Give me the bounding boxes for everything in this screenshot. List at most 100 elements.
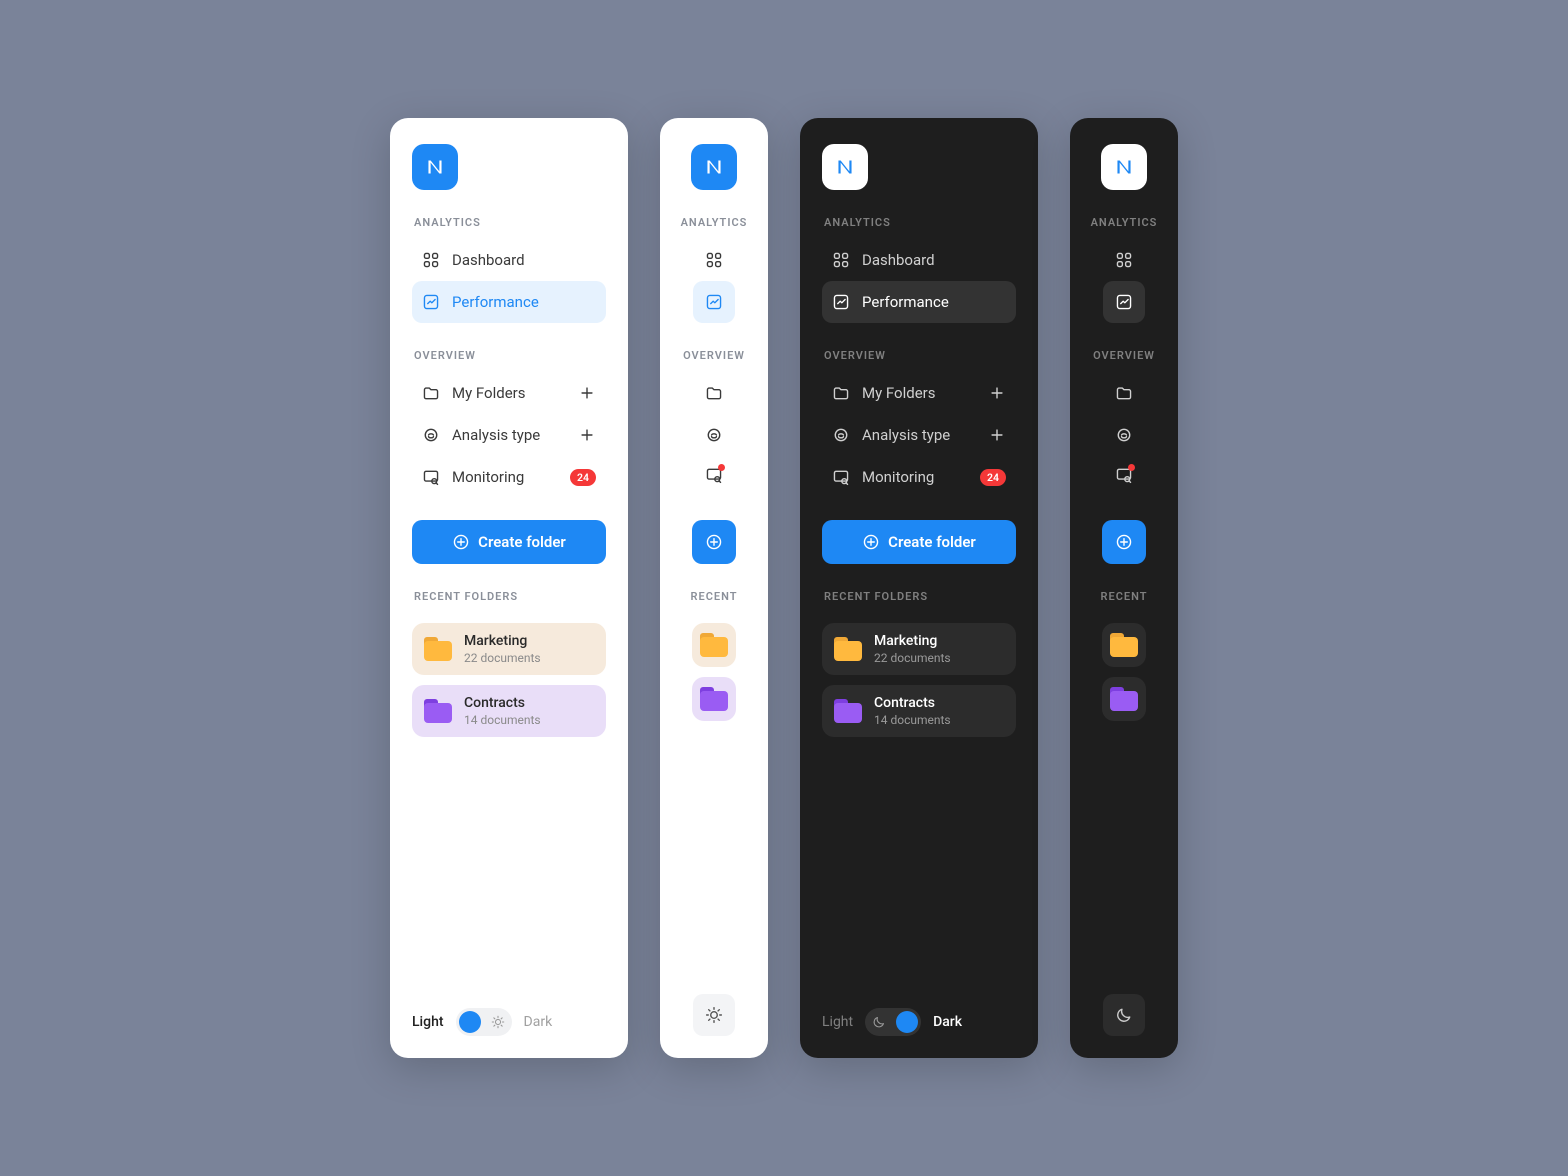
nav-analysis-type[interactable] (1103, 414, 1145, 456)
folder-icon (424, 637, 452, 661)
folder-subtitle: 22 documents (874, 651, 951, 665)
nav-analysis-type[interactable] (693, 414, 735, 456)
nav-label: Monitoring (862, 468, 934, 486)
nav-label: Analysis type (862, 426, 950, 444)
theme-toggle-button[interactable] (693, 994, 735, 1036)
nav-my-folders[interactable]: My Folders (412, 372, 606, 414)
notification-badge: 24 (980, 469, 1006, 486)
grid-icon (1115, 251, 1133, 269)
folder-icon (1110, 633, 1138, 657)
plus-icon[interactable] (578, 426, 596, 444)
theme-light-label: Light (822, 1014, 853, 1030)
folder-icon (700, 633, 728, 657)
analysis-icon (422, 426, 440, 444)
recent-folder-marketing[interactable] (1102, 623, 1146, 667)
recent-folder-marketing[interactable] (692, 623, 736, 667)
theme-light-label: Light (412, 1014, 444, 1030)
nav-analysis-type[interactable]: Analysis type (822, 414, 1016, 456)
grid-icon (422, 251, 440, 269)
nav-monitoring[interactable]: Monitoring 24 (412, 456, 606, 498)
plus-icon[interactable] (578, 384, 596, 402)
monitor-icon (832, 468, 850, 486)
recent-folder-contracts[interactable]: Contracts 14 documents (412, 685, 606, 737)
folder-icon (832, 384, 850, 402)
create-folder-button[interactable] (692, 520, 736, 564)
nav-performance[interactable] (1103, 281, 1145, 323)
nav-my-folders[interactable]: My Folders (822, 372, 1016, 414)
theme-switcher: Light Dark (412, 1008, 606, 1036)
theme-toggle[interactable] (865, 1008, 921, 1036)
folder-name: Contracts (464, 695, 541, 711)
folder-name: Marketing (874, 633, 951, 649)
sidebar-dark-collapsed: ANALYTICS OVERVIEW RECENT (1070, 118, 1178, 1058)
section-label-overview: OVERVIEW (1093, 349, 1155, 362)
nav-my-folders[interactable] (1103, 372, 1145, 414)
recent-folder-marketing[interactable]: Marketing 22 documents (412, 623, 606, 675)
recent-folder-marketing[interactable]: Marketing 22 documents (822, 623, 1016, 675)
nav-label: Performance (452, 293, 539, 311)
plus-circle-icon (705, 533, 723, 551)
folder-icon (1115, 384, 1133, 402)
analysis-icon (832, 426, 850, 444)
nav-label: Analysis type (452, 426, 540, 444)
create-folder-button[interactable]: Create folder (412, 520, 606, 564)
folder-icon (834, 637, 862, 661)
grid-icon (832, 251, 850, 269)
theme-toggle[interactable] (456, 1008, 512, 1036)
recent-folder-contracts[interactable]: Contracts 14 documents (822, 685, 1016, 737)
nav-dashboard[interactable]: Dashboard (412, 239, 606, 281)
plus-circle-icon (862, 533, 880, 551)
plus-icon[interactable] (988, 384, 1006, 402)
folder-subtitle: 22 documents (464, 651, 541, 665)
folder-icon (1110, 687, 1138, 711)
folder-subtitle: 14 documents (874, 713, 951, 727)
grid-icon (705, 251, 723, 269)
create-folder-button[interactable] (1102, 520, 1146, 564)
nav-monitoring[interactable]: Monitoring 24 (822, 456, 1016, 498)
folder-icon (422, 384, 440, 402)
recent-folder-contracts[interactable] (692, 677, 736, 721)
moon-icon (1115, 1006, 1133, 1024)
section-label-analytics: ANALYTICS (681, 216, 748, 229)
nav-analysis-type[interactable]: Analysis type (412, 414, 606, 456)
section-label-recent: RECENT FOLDERS (414, 590, 604, 603)
theme-switcher: Light Dark (822, 1008, 1016, 1036)
nav-dashboard[interactable] (693, 239, 735, 281)
chart-icon (1115, 293, 1133, 311)
nav-performance[interactable]: Performance (822, 281, 1016, 323)
nav-dashboard[interactable] (1103, 239, 1145, 281)
chart-icon (832, 293, 850, 311)
notification-dot (718, 464, 725, 471)
nav-label: Performance (862, 293, 949, 311)
plus-icon[interactable] (988, 426, 1006, 444)
sun-icon (705, 1006, 723, 1024)
nav-performance[interactable] (693, 281, 735, 323)
sidebar-light-expanded: ANALYTICS Dashboard Performance OVERVIEW… (390, 118, 628, 1058)
nav-dashboard[interactable]: Dashboard (822, 239, 1016, 281)
create-folder-button[interactable]: Create folder (822, 520, 1016, 564)
sun-icon (491, 1015, 505, 1029)
folder-icon (834, 699, 862, 723)
nav-label: My Folders (862, 384, 936, 402)
app-logo (822, 144, 868, 190)
folder-name: Marketing (464, 633, 541, 649)
nav-monitoring[interactable] (693, 456, 735, 498)
notification-badge: 24 (570, 469, 596, 486)
section-label-analytics: ANALYTICS (824, 216, 1014, 229)
section-label-overview: OVERVIEW (824, 349, 1014, 362)
sidebar-dark-expanded: ANALYTICS Dashboard Performance OVERVIEW… (800, 118, 1038, 1058)
nav-monitoring[interactable] (1103, 456, 1145, 498)
section-label-analytics: ANALYTICS (414, 216, 604, 229)
notification-dot (1128, 464, 1135, 471)
nav-label: Dashboard (452, 251, 525, 269)
theme-toggle-button[interactable] (1103, 994, 1145, 1036)
nav-label: Dashboard (862, 251, 935, 269)
recent-folder-contracts[interactable] (1102, 677, 1146, 721)
button-label: Create folder (478, 533, 566, 551)
nav-performance[interactable]: Performance (412, 281, 606, 323)
nav-my-folders[interactable] (693, 372, 735, 414)
nav-label: Monitoring (452, 468, 524, 486)
theme-dark-label: Dark (933, 1014, 962, 1030)
sidebar-light-collapsed: ANALYTICS OVERVIEW RECENT (660, 118, 768, 1058)
section-label-recent: RECENT (1101, 590, 1148, 603)
